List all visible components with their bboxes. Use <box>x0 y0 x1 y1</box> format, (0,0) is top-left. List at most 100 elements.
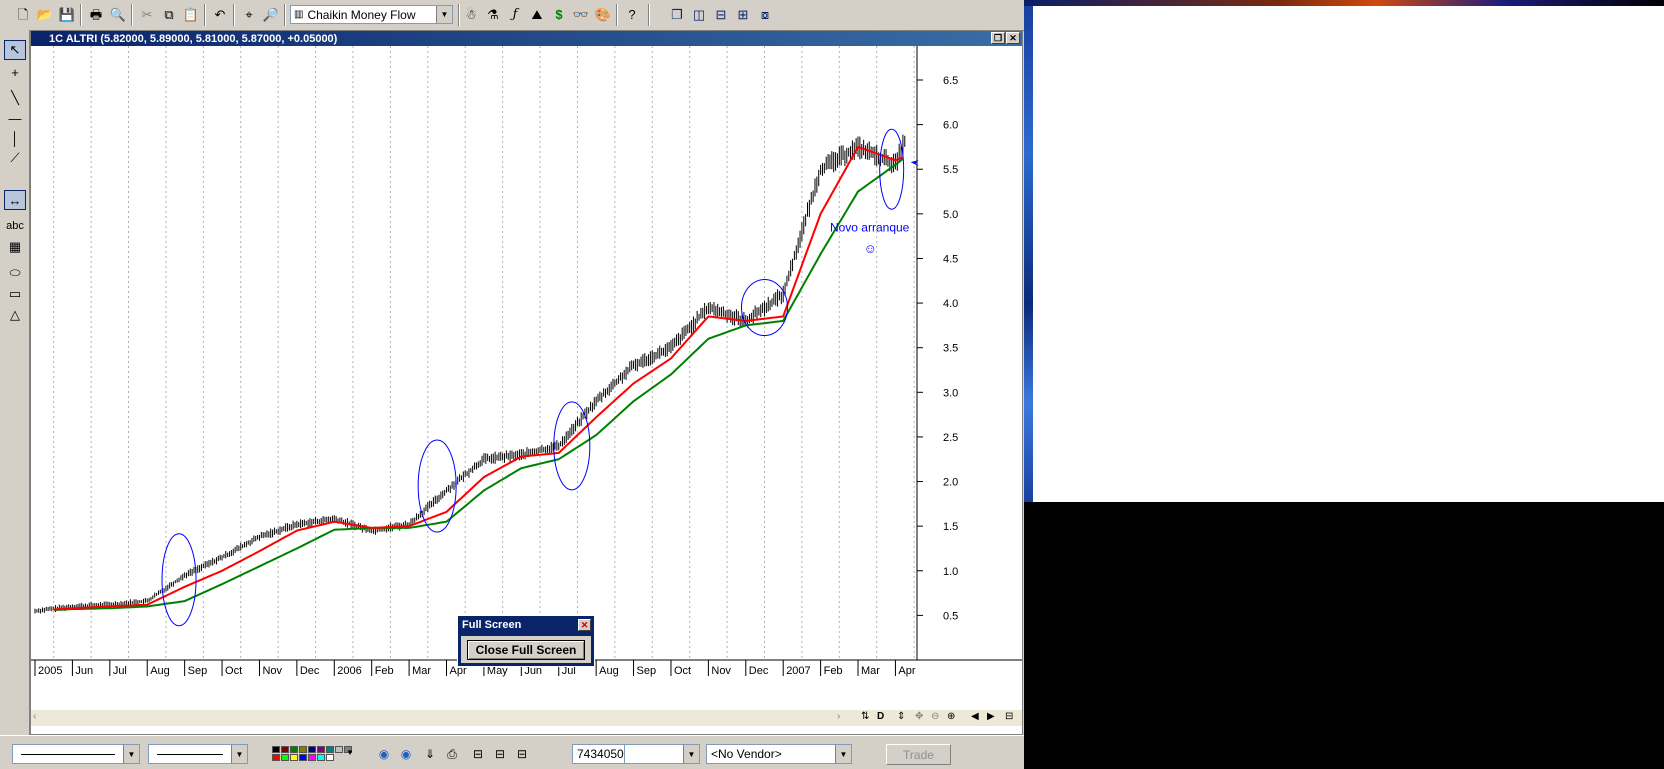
grid-tool-icon[interactable]: ▦ <box>4 237 26 257</box>
color-swatch[interactable] <box>335 746 343 753</box>
tile-grid-icon[interactable]: ⊞ <box>734 5 752 23</box>
print-chart-icon[interactable]: ⎙ <box>444 746 460 762</box>
undo-icon[interactable]: ↶ <box>211 5 229 23</box>
new-file-icon[interactable]: 🗋 <box>14 5 32 23</box>
palette-icon[interactable]: 🎨 <box>594 5 612 23</box>
period-select[interactable]: ▼ <box>624 744 700 764</box>
y-tick-label: 0.5 <box>943 610 958 622</box>
paste-icon[interactable]: 📋 <box>182 5 200 23</box>
tile-vertical-icon[interactable]: ◫ <box>690 5 708 23</box>
toolbar-separator <box>616 4 618 26</box>
cut-icon[interactable]: ✂ <box>138 5 156 23</box>
zoom-out-icon[interactable]: ⊖ <box>931 711 939 722</box>
copy-icon[interactable]: ⧉ <box>160 5 178 23</box>
blank-window <box>1033 6 1664 502</box>
x-tick-label: Apr <box>898 665 915 677</box>
x-tick-label: Feb <box>824 665 843 677</box>
close-icon[interactable]: ✕ <box>1006 32 1020 44</box>
chevron-down-icon[interactable]: ▼ <box>436 6 452 23</box>
chevron-down-icon[interactable]: ▼ <box>835 745 851 763</box>
function-icon[interactable]: ƒ <box>506 5 524 23</box>
color-swatch[interactable] <box>272 754 280 761</box>
annotation-smiley: ☺ <box>864 241 877 256</box>
scroll-back-icon[interactable]: ◀ <box>971 711 979 722</box>
price-chart[interactable]: 6.5 6.0 5.5 5.0 4.5 4.0 3.5 3.0 2.5 2.0 1.5 1.0 0.5 2… <box>31 46 1022 710</box>
indicator-icon: ▥ <box>294 9 304 20</box>
scroll-left-icon[interactable]: ‹ <box>33 711 36 722</box>
ellipse-tool-icon[interactable]: ⬭ <box>4 263 26 283</box>
print-icon[interactable]: 🖶 <box>87 5 105 23</box>
zoom-icon[interactable]: 🔎 <box>262 5 280 23</box>
pointer-tool-icon[interactable]: ↖ <box>4 40 26 60</box>
indicator-select[interactable]: ▥ Chaikin Money Flow ▼ <box>290 5 453 24</box>
rectangle-tool-icon[interactable]: ▭ <box>4 284 26 304</box>
explorer-icon[interactable]: ⚗ <box>484 5 502 23</box>
chevron-down-icon[interactable]: ▼ <box>231 745 247 763</box>
internet-icon[interactable]: ◉ <box>376 746 392 762</box>
palette-dropdown-icon[interactable]: ▼ <box>346 748 354 757</box>
crosshair-icon[interactable]: ⌖ <box>240 5 258 23</box>
fan-tool-icon[interactable]: ⟋ <box>4 148 26 168</box>
color-swatch[interactable] <box>299 754 307 761</box>
color-swatch[interactable] <box>272 746 280 753</box>
download-icon[interactable]: ⇓ <box>422 746 438 762</box>
horizontal-scrollbar[interactable]: ‹ › ⇅ D ⇕ ✥ ⊖ ⊕ ◀ ▶ ⊟ <box>31 710 1022 726</box>
color-swatch[interactable] <box>317 746 325 753</box>
color-swatch[interactable] <box>290 746 298 753</box>
layout-icon[interactable]: ⧇ <box>756 5 774 23</box>
print-preview-icon[interactable]: 🔍 <box>109 5 127 23</box>
resize-tool-icon[interactable]: ↔ <box>4 190 26 210</box>
save-icon[interactable]: 💾 <box>58 5 76 23</box>
trendline-tool-icon[interactable]: ╲ <box>4 88 26 108</box>
zoom-in-icon[interactable]: ⊕ <box>947 711 955 722</box>
binoculars-icon[interactable]: 👓 <box>572 5 590 23</box>
help-pointer-icon[interactable]: ? <box>623 5 641 23</box>
expert-advisor-icon[interactable]: ☃ <box>462 5 480 23</box>
y-tick-label: 2.0 <box>943 477 958 489</box>
chevron-down-icon[interactable]: ▼ <box>683 745 699 763</box>
trade-button[interactable]: Trade <box>886 744 951 765</box>
color-swatch[interactable] <box>326 754 334 761</box>
vertical-line-tool-icon[interactable]: │ <box>4 128 26 148</box>
x-tick-label: 2006 <box>337 665 361 677</box>
color-swatch[interactable] <box>308 754 316 761</box>
y-tick-label: 5.0 <box>943 209 958 221</box>
color-swatch[interactable] <box>299 746 307 753</box>
tile-horizontal-icon[interactable]: ⊟ <box>712 5 730 23</box>
daily-period-icon[interactable]: D <box>877 711 884 722</box>
refresh-icon[interactable]: ⇅ <box>861 711 869 722</box>
triangle-tool-icon[interactable]: △ <box>4 305 26 325</box>
window-layout-icon[interactable]: ⊟ <box>514 746 530 762</box>
fit-window-icon[interactable]: ⊟ <box>1005 711 1013 722</box>
dollar-icon[interactable]: $ <box>550 5 568 23</box>
text-tool-icon[interactable]: abc <box>4 216 26 236</box>
color-swatch[interactable] <box>281 754 289 761</box>
x-tick-label: Sep <box>188 665 208 677</box>
close-full-screen-button[interactable]: Close Full Screen <box>467 639 585 660</box>
color-swatch[interactable] <box>290 754 298 761</box>
scroll-right-icon[interactable]: › <box>837 711 840 722</box>
color-swatch[interactable] <box>317 754 325 761</box>
window-layout-icon[interactable]: ⊟ <box>492 746 508 762</box>
news-icon[interactable]: ◉ <box>398 746 414 762</box>
chevron-down-icon[interactable]: ▼ <box>123 745 139 763</box>
restore-icon[interactable]: ❐ <box>991 32 1005 44</box>
system-tester-icon[interactable]: ⛰ <box>528 5 546 23</box>
vendor-select[interactable]: <No Vendor> ▼ <box>706 744 852 764</box>
window-layout-icon[interactable]: ⊟ <box>470 746 486 762</box>
crosshair-tool-icon[interactable]: + <box>4 62 26 82</box>
color-swatch[interactable] <box>326 746 334 753</box>
line-weight-select[interactable]: ▼ <box>148 744 248 764</box>
color-swatch[interactable] <box>281 746 289 753</box>
color-swatch[interactable] <box>308 746 316 753</box>
x-tick-label: 2005 <box>38 665 62 677</box>
toolbar-separator <box>204 4 206 26</box>
open-folder-icon[interactable]: 📂 <box>36 5 54 23</box>
scroll-forward-icon[interactable]: ▶ <box>987 711 995 722</box>
line-style-select[interactable]: ▼ <box>12 744 140 764</box>
cascade-windows-icon[interactable]: ❐ <box>668 5 686 23</box>
close-icon[interactable]: ✕ <box>578 619 591 631</box>
move-icon[interactable]: ✥ <box>915 711 923 722</box>
scale-icon[interactable]: ⇕ <box>897 711 905 722</box>
horizontal-line-tool-icon[interactable]: — <box>4 108 26 128</box>
